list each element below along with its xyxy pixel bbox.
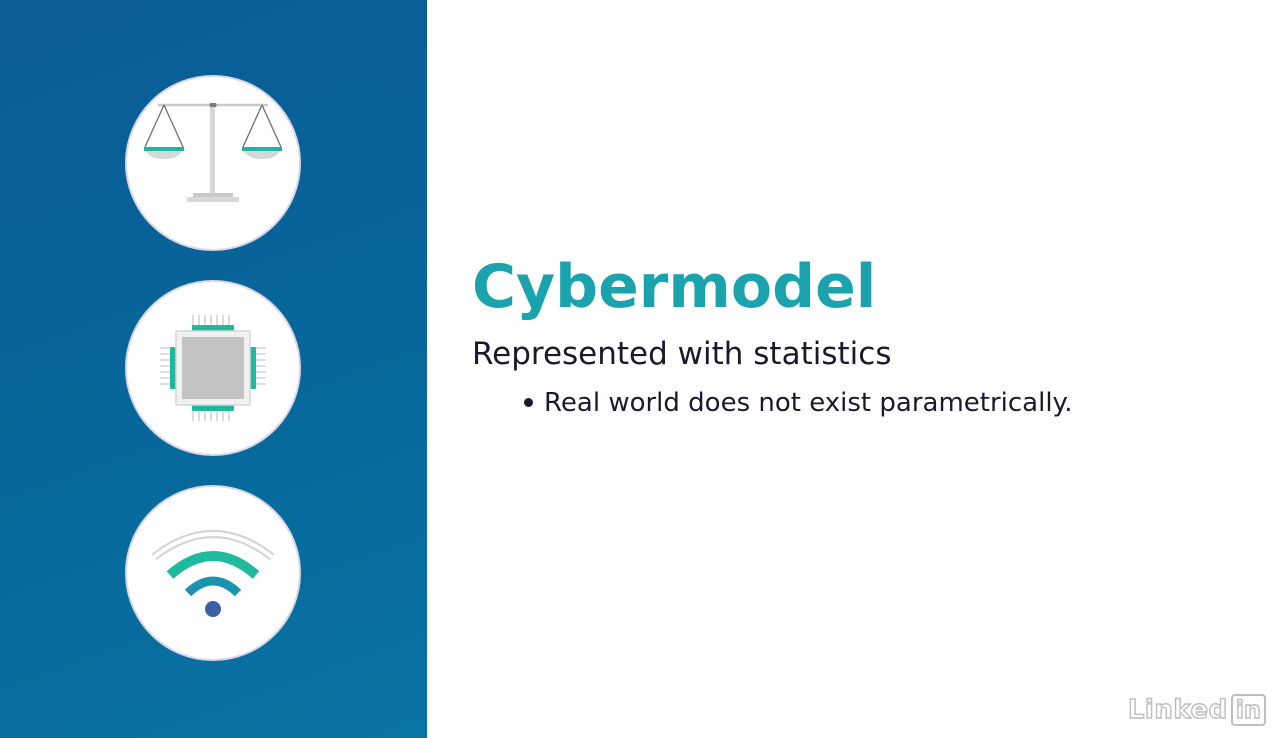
bullet-dot-icon — [524, 398, 533, 407]
bullet-list: Real world does not exist parametrically… — [524, 384, 1232, 422]
left-panel — [0, 0, 427, 738]
bullet-text: Real world does not exist parametrically… — [544, 388, 1073, 418]
balance-scale-icon — [144, 103, 282, 202]
wifi-icon — [151, 530, 275, 617]
logo-text: Linked — [1127, 694, 1228, 725]
wifi-icon-circle — [125, 485, 301, 661]
chip-icon-circle — [125, 280, 301, 456]
slide-title: Cybermodel — [472, 252, 877, 322]
linkedin-logo: Linked in — [1127, 694, 1266, 726]
scale-icon-circle — [125, 75, 301, 251]
microchip-icon — [160, 315, 266, 421]
bullet-item: Real world does not exist parametrically… — [524, 384, 1232, 422]
logo-box: in — [1230, 694, 1266, 726]
slide-subtitle: Represented with statistics — [472, 336, 892, 372]
slide: Cybermodel Represented with statistics R… — [0, 0, 1280, 738]
content-area: Cybermodel Represented with statistics R… — [472, 250, 1232, 422]
